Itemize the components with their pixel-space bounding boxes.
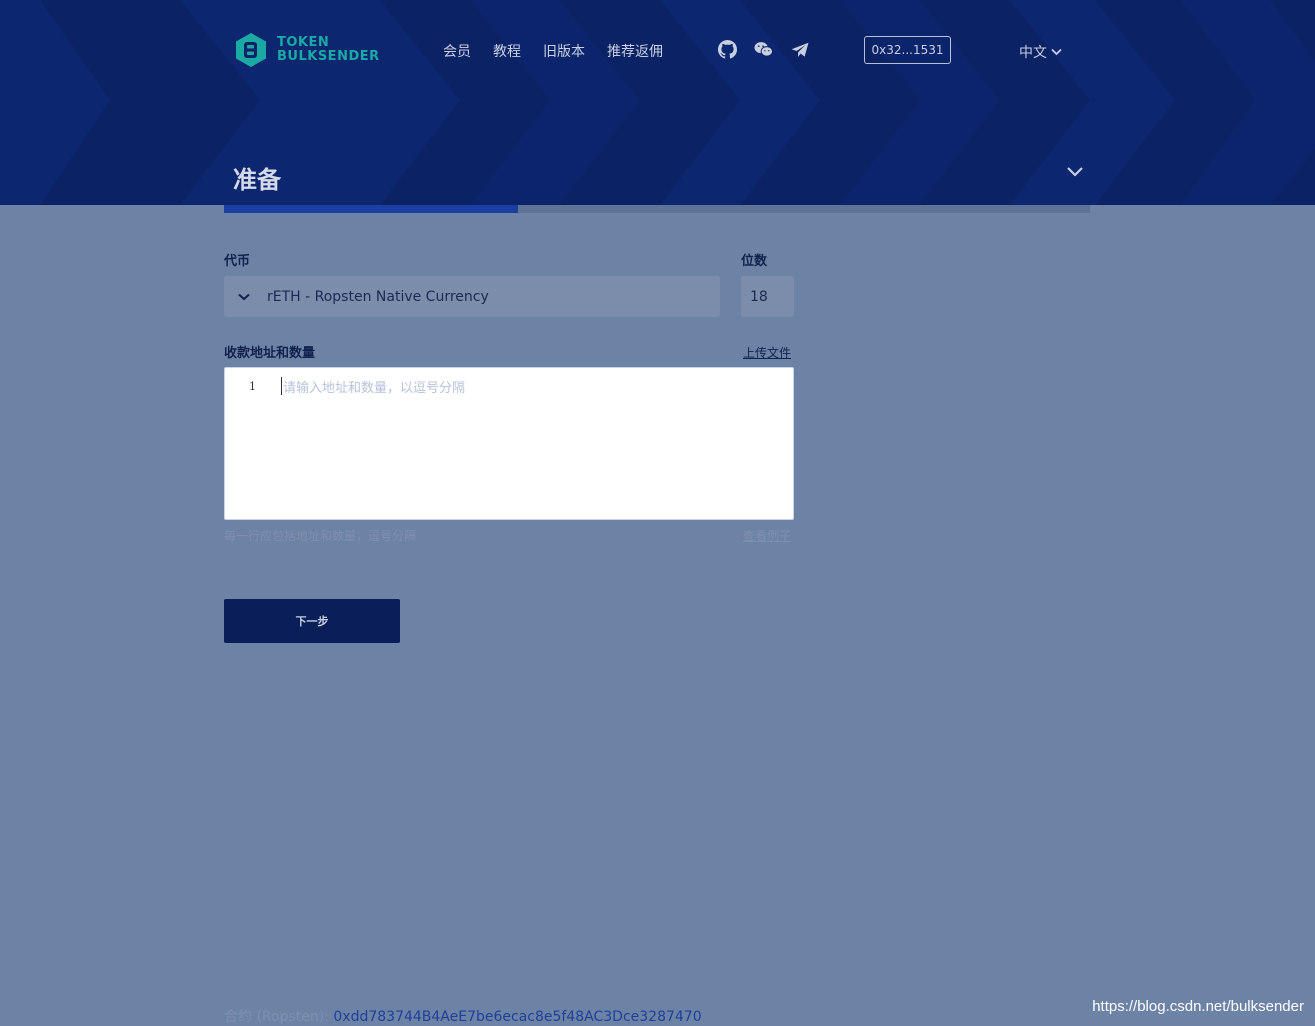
watermark: https://blog.csdn.net/bulksender: [1092, 998, 1304, 1015]
wechat-icon[interactable]: [754, 40, 773, 59]
header: TOKEN BULKSENDER 会员 教程 旧版本 推荐返佣 0x32...1…: [0, 0, 1315, 205]
editor-hint: 每一行应包括地址和数量，逗号分隔: [224, 529, 417, 543]
language-label: 中文: [1019, 45, 1047, 61]
decimals-field[interactable]: 18: [741, 276, 794, 317]
contract-address-link[interactable]: 0xdd783744B4AeE7be6ecac8e5f48AC3Dce32874…: [333, 1009, 701, 1025]
logo-text-line2: BULKSENDER: [277, 49, 380, 64]
logo[interactable]: TOKEN BULKSENDER: [233, 32, 380, 68]
chevron-down-icon: [238, 293, 252, 301]
addresses-editor[interactable]: 1 请输入地址和数量，以逗号分隔: [224, 367, 794, 520]
text-cursor: [281, 377, 282, 395]
nav-item-tutorial[interactable]: 教程: [493, 41, 521, 61]
contract-footer: 合约 (Ropsten): 0xdd783744B4AeE7be6ecac8e5…: [224, 1006, 702, 1026]
progress-bar: [224, 205, 1090, 213]
telegram-icon[interactable]: [790, 40, 809, 59]
token-select[interactable]: rETH - Ropsten Native Currency: [224, 276, 720, 317]
upload-file-link[interactable]: 上传文件: [743, 344, 791, 361]
logo-text: TOKEN BULKSENDER: [277, 36, 380, 64]
github-icon[interactable]: [718, 40, 737, 59]
page-title: 准备: [233, 166, 281, 194]
chevron-down-icon: [1051, 48, 1062, 56]
language-selector[interactable]: 中文: [1019, 42, 1062, 62]
view-example-link[interactable]: 查看例子: [743, 527, 791, 544]
token-label: 代币: [224, 254, 251, 269]
nav-item-old-version[interactable]: 旧版本: [543, 41, 585, 61]
editor-line-number: 1: [249, 380, 256, 393]
contract-label: 合约 (Ropsten):: [224, 1009, 329, 1025]
editor-placeholder: 请输入地址和数量，以逗号分隔: [283, 381, 466, 396]
collapse-chevron-icon[interactable]: [1066, 166, 1084, 178]
nav-item-membership[interactable]: 会员: [443, 41, 471, 61]
main-nav: 会员 教程 旧版本 推荐返佣: [443, 41, 663, 61]
logo-text-line1: TOKEN: [277, 35, 330, 50]
header-chevron-pattern: [0, 0, 1315, 205]
next-button[interactable]: 下一步: [224, 599, 400, 643]
nav-item-referral[interactable]: 推荐返佣: [607, 41, 663, 61]
addresses-label: 收款地址和数量: [224, 346, 316, 361]
social-links: [718, 40, 809, 59]
token-select-value: rETH - Ropsten Native Currency: [267, 288, 489, 305]
decimals-label: 位数: [741, 254, 768, 269]
progress-fill: [224, 205, 519, 213]
wallet-address-button[interactable]: 0x32...1531: [864, 36, 951, 64]
logo-mark-icon: [236, 33, 266, 67]
